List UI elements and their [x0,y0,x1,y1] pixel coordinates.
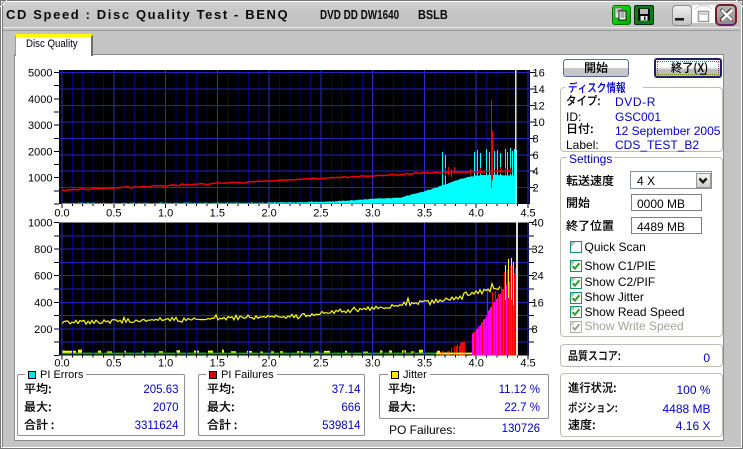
svg-text:800: 800 [34,244,52,256]
svg-text:40: 40 [532,218,544,230]
svg-text:1.5: 1.5 [210,358,225,370]
svg-text:2: 2 [533,183,539,195]
svg-text:2.5: 2.5 [313,358,328,370]
svg-text:3.0: 3.0 [365,208,380,220]
svg-text:1.0: 1.0 [158,358,173,370]
svg-text:2.5: 2.5 [313,208,328,220]
svg-text:6: 6 [533,150,539,162]
svg-text:1000: 1000 [28,173,52,185]
svg-text:0.5: 0.5 [106,358,121,370]
svg-text:3.0: 3.0 [365,358,380,370]
svg-text:400: 400 [34,297,52,309]
svg-text:1.0: 1.0 [158,208,173,220]
svg-text:16: 16 [533,68,545,80]
svg-text:3.5: 3.5 [417,208,432,220]
svg-text:8: 8 [532,324,538,336]
svg-text:4.0: 4.0 [469,358,484,370]
svg-text:1.5: 1.5 [210,208,225,220]
svg-text:0.0: 0.0 [54,358,69,370]
svg-text:3.5: 3.5 [417,358,432,370]
svg-text:2000: 2000 [28,146,52,158]
svg-text:32: 32 [532,244,544,256]
svg-text:4: 4 [533,166,539,178]
svg-text:3000: 3000 [28,120,52,132]
svg-text:14: 14 [533,84,545,96]
svg-text:24: 24 [532,271,544,283]
svg-text:200: 200 [34,324,52,336]
svg-text:12: 12 [533,101,545,113]
svg-text:2.0: 2.0 [261,208,276,220]
svg-text:10: 10 [533,117,545,129]
svg-text:16: 16 [532,297,544,309]
svg-text:4.0: 4.0 [469,208,484,220]
svg-text:4000: 4000 [28,94,52,106]
svg-text:4.5: 4.5 [520,358,535,370]
svg-text:8: 8 [533,133,539,145]
svg-text:5000: 5000 [28,68,52,80]
svg-text:0.5: 0.5 [106,208,121,220]
svg-text:0.0: 0.0 [54,208,69,220]
svg-text:600: 600 [34,271,52,283]
svg-text:2.0: 2.0 [261,358,276,370]
svg-text:1000: 1000 [28,218,52,230]
